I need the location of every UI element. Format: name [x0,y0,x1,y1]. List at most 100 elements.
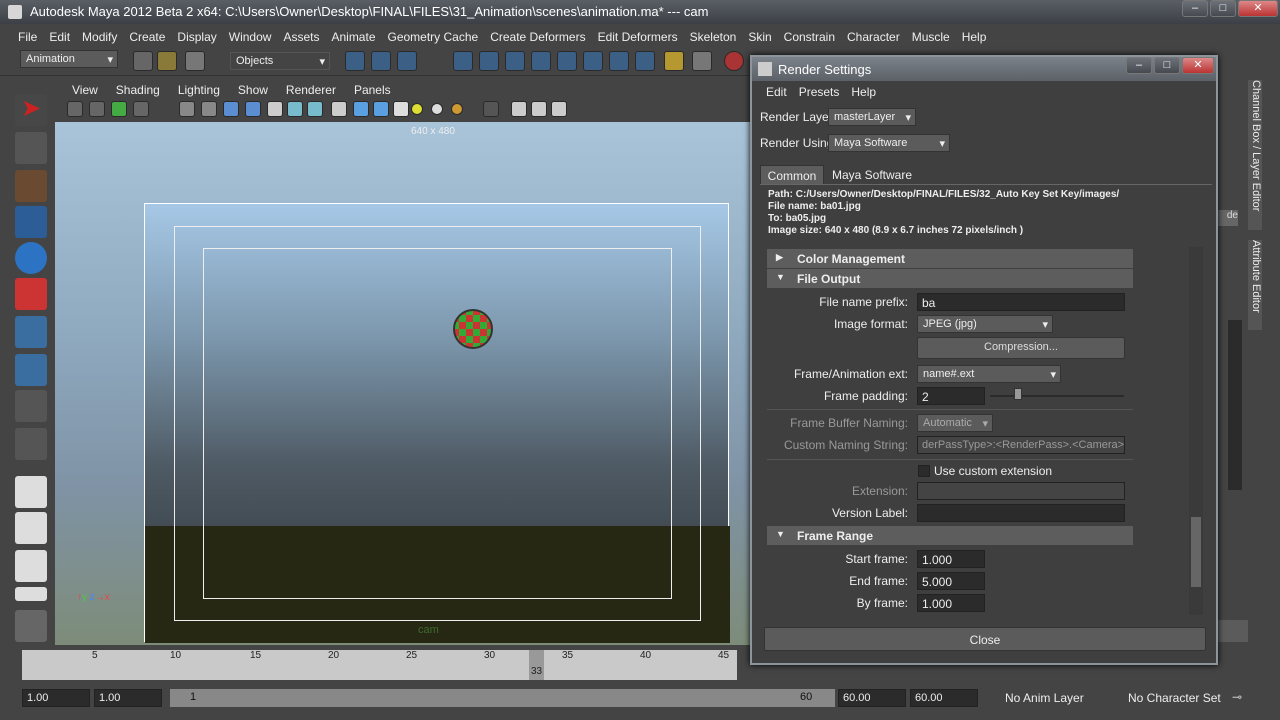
anim-end-field[interactable]: 60.00 [910,689,978,707]
frame-buffer-dropdown[interactable]: Automatic [917,414,993,432]
share-icon[interactable] [551,101,567,117]
single-perspective-layout-icon[interactable] [15,476,47,508]
hierarchy-mode-icon[interactable] [345,51,365,71]
menu-geometry-cache[interactable]: Geometry Cache [382,26,485,48]
gate-mask-icon[interactable] [245,101,261,117]
grid-icon[interactable] [179,101,195,117]
smooth-shade-icon[interactable] [353,101,369,117]
film-gate-icon[interactable] [201,101,217,117]
graph-layout-icon[interactable] [15,587,47,601]
render-layer-dropdown[interactable]: masterLayer [828,108,916,126]
bookmark-icon[interactable] [111,101,127,117]
menu-window[interactable]: Window [223,26,278,48]
snap-surface-icon[interactable] [557,51,577,71]
vp-menu-view[interactable]: View [63,80,107,100]
paint-select-icon[interactable] [15,170,47,202]
tab-common[interactable]: Common [760,165,824,185]
anim-start-field[interactable]: 1.00 [22,689,90,707]
xray-joints-icon[interactable] [531,101,547,117]
menu-assets[interactable]: Assets [277,26,325,48]
tab-maya-software[interactable]: Maya Software [828,165,916,185]
xray-icon[interactable] [511,101,527,117]
attr-scrollbar[interactable] [1228,320,1242,490]
safe-title-icon[interactable] [307,101,323,117]
close-button[interactable]: Close [764,627,1206,651]
lock-icon[interactable] [664,51,684,71]
menu-create[interactable]: Create [123,26,171,48]
compression-button[interactable]: Compression... [917,337,1125,359]
rs-scrollbar[interactable] [1189,247,1203,615]
menu-character[interactable]: Character [841,26,906,48]
scale-tool-icon[interactable] [15,278,47,310]
end-frame-input[interactable]: 5.000 [917,572,985,590]
menu-help[interactable]: Help [956,26,993,48]
menu-create-deformers[interactable]: Create Deformers [484,26,591,48]
rs-maximize-button[interactable]: □ [1154,57,1180,74]
extension-input[interactable] [917,482,1125,500]
menu-display[interactable]: Display [171,26,222,48]
vp-menu-shading[interactable]: Shading [107,80,169,100]
version-label-input[interactable] [917,504,1125,522]
isolate-select-icon[interactable] [483,101,499,117]
viewport-scene[interactable]: 640 x 480 ↑y z→x cam [55,122,750,645]
key-icon[interactable]: ⊸ [1232,690,1272,704]
rs-menu-help[interactable]: Help [845,81,882,103]
section-color-management[interactable]: ▶ Color Management [767,249,1133,268]
time-slider[interactable]: 5 10 15 20 25 30 35 40 45 33 [22,650,737,680]
playback-end-field[interactable]: 60.00 [838,689,906,707]
frame-ext-dropdown[interactable]: name#.ext [917,365,1061,383]
field-chart-icon[interactable] [267,101,283,117]
rs-menu-presets[interactable]: Presets [793,81,846,103]
render-using-dropdown[interactable]: Maya Software [828,134,950,152]
outliner-layout-icon[interactable] [15,550,47,582]
vp-menu-show[interactable]: Show [229,80,277,100]
menu-edit-deformers[interactable]: Edit Deformers [592,26,684,48]
menu-constrain[interactable]: Constrain [778,26,841,48]
rs-close-window-button[interactable]: ✕ [1182,57,1214,74]
high-quality-icon[interactable] [451,103,463,115]
playback-start-field[interactable]: 1.00 [94,689,162,707]
use-custom-ext-checkbox[interactable] [918,465,930,477]
range-slider[interactable]: 1 60 [170,689,835,707]
attr-button-fragment[interactable]: de [1218,210,1238,226]
lasso-tool-icon[interactable] [15,132,47,164]
anim-layer-dropdown[interactable]: No Anim Layer [1005,691,1084,705]
snap-curve-icon[interactable] [479,51,499,71]
minimize-button[interactable]: – [1182,0,1208,17]
custom-naming-input[interactable]: derPassType>:<RenderPass>.<Camera> [917,436,1125,454]
menu-skin[interactable]: Skin [742,26,777,48]
new-scene-icon[interactable] [133,51,153,71]
start-frame-input[interactable]: 1.000 [917,550,985,568]
select-tool-icon[interactable]: ➤ [15,94,47,126]
image-format-dropdown[interactable]: JPEG (jpg) [917,315,1053,333]
rs-scrollbar-thumb[interactable] [1191,517,1201,587]
channel-box-tab[interactable]: Channel Box / Layer Editor [1248,80,1262,230]
vp-menu-renderer[interactable]: Renderer [277,80,345,100]
menu-muscle[interactable]: Muscle [906,26,956,48]
show-manipulator-icon[interactable] [15,390,47,422]
file-prefix-input[interactable]: ba [917,293,1125,311]
ipr-icon[interactable] [724,51,744,71]
attr-panel-button[interactable] [1218,620,1248,642]
select-camera-icon[interactable] [67,101,83,117]
safe-action-icon[interactable] [287,101,303,117]
resolution-gate-icon[interactable] [223,101,239,117]
move-tool-icon[interactable] [15,206,47,238]
section-file-output[interactable]: ▼ File Output [767,269,1133,288]
four-view-layout-icon[interactable] [15,512,47,544]
snap-point-icon[interactable] [505,51,525,71]
section-frame-range[interactable]: ▼ Frame Range [767,526,1133,545]
vp-menu-lighting[interactable]: Lighting [169,80,229,100]
by-frame-input[interactable]: 1.000 [917,594,985,612]
rs-menu-edit[interactable]: Edit [760,81,793,103]
maximize-button[interactable]: □ [1210,0,1236,17]
history-icon[interactable] [583,51,603,71]
manipulator-tool-icon[interactable] [15,316,47,348]
menu-animate[interactable]: Animate [325,26,381,48]
close-window-button[interactable]: ✕ [1238,0,1278,17]
camera-attributes-icon[interactable] [89,101,105,117]
open-scene-icon[interactable] [157,51,177,71]
vp-menu-panels[interactable]: Panels [345,80,400,100]
snap-grid-icon[interactable] [453,51,473,71]
save-scene-icon[interactable] [185,51,205,71]
